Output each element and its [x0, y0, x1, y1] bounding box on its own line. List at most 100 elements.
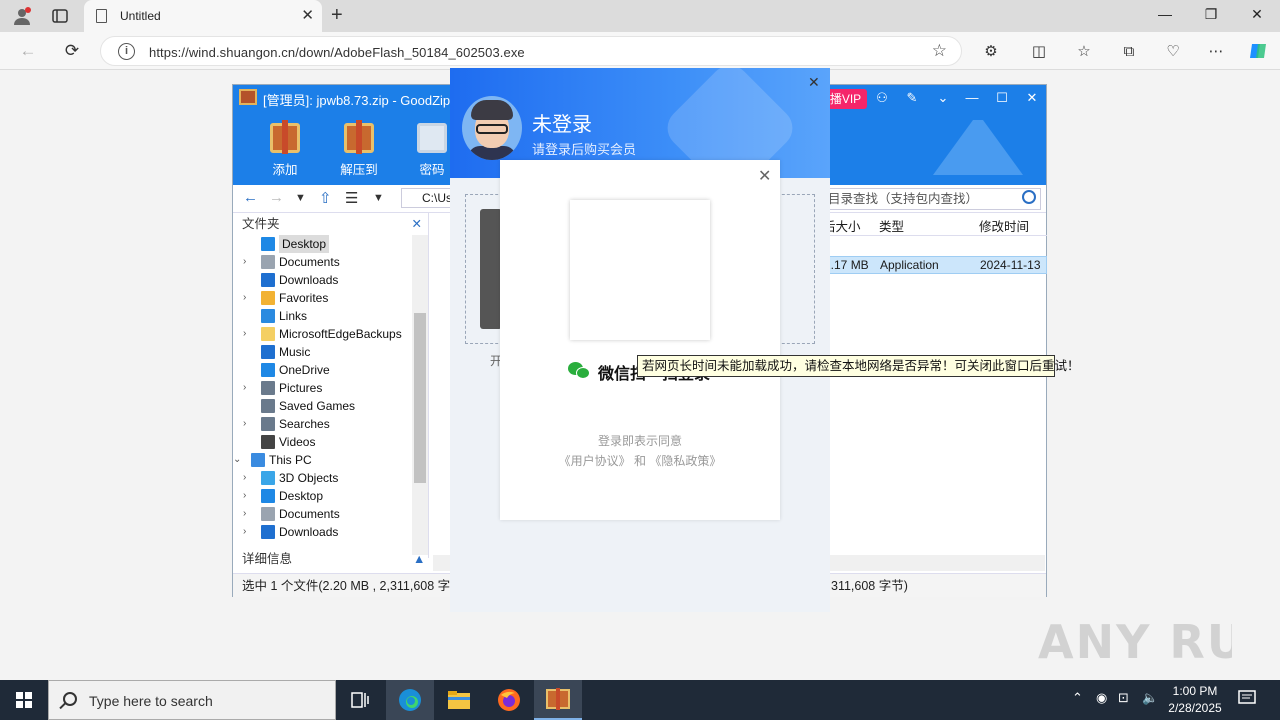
tree-item[interactable]: Saved Games: [233, 397, 413, 415]
back-icon[interactable]: ←: [17, 40, 39, 62]
clock[interactable]: 1:00 PM 2/28/2025: [1162, 683, 1228, 717]
meet-now-icon[interactable]: ◉: [1096, 690, 1107, 706]
more-options-icon[interactable]: ⋯: [1204, 40, 1228, 62]
close-tab-icon[interactable]: ✕: [301, 6, 314, 24]
goodzip-taskbar-icon[interactable]: [534, 680, 582, 720]
firefox-icon[interactable]: [485, 680, 533, 720]
tree-item[interactable]: Links: [233, 307, 413, 325]
up-folder-icon[interactable]: ⇧: [319, 189, 332, 207]
notifications-icon[interactable]: [1238, 690, 1256, 709]
tab-untitled[interactable]: Untitled ✕: [84, 0, 322, 32]
tree-item[interactable]: ⌄ This PC: [233, 451, 413, 469]
search-icon[interactable]: [1022, 190, 1036, 204]
col-type[interactable]: 类型: [879, 216, 904, 235]
star-icon: [261, 291, 275, 305]
task-view-icon[interactable]: [336, 680, 384, 720]
expand-chevron-icon[interactable]: ›: [243, 289, 246, 307]
edge-icon[interactable]: [386, 680, 434, 720]
vip-badge[interactable]: 播VIP: [824, 89, 867, 109]
extract-to-button[interactable]: 解压到: [334, 120, 384, 178]
file-row[interactable]: 2.17 MB Application 2024-11-13: [823, 256, 1047, 274]
collapse-icon[interactable]: ▲: [413, 548, 425, 570]
url-bar[interactable]: i https://wind.shuangon.cn/down/AdobeFla…: [100, 36, 962, 66]
url-text[interactable]: https://wind.shuangon.cn/down/AdobeFlash…: [149, 45, 525, 60]
col-modified[interactable]: 修改时间: [979, 216, 1029, 235]
document-icon: [261, 255, 275, 269]
view-dropdown-icon[interactable]: ▼: [373, 192, 384, 204]
history-dropdown-icon[interactable]: ▼: [295, 192, 306, 204]
expand-chevron-icon[interactable]: ›: [243, 505, 246, 523]
address-bar-row: ← ⟳ i https://wind.shuangon.cn/down/Adob…: [0, 32, 1280, 70]
tree-item[interactable]: › Pictures: [233, 379, 413, 397]
extensions-icon[interactable]: ⚙: [979, 40, 1003, 62]
tree-item[interactable]: › Favorites: [233, 289, 413, 307]
favorite-star-icon[interactable]: ☆: [932, 41, 947, 61]
tree-item[interactable]: › Documents: [233, 253, 413, 271]
taskbar: Type here to search ⌃ ◉ ⊡ 🔈 1:00 PM 2/28…: [0, 680, 1280, 720]
expand-chevron-icon[interactable]: ›: [243, 379, 246, 397]
menu-dropdown-icon[interactable]: ⌄: [930, 90, 956, 106]
close-login-icon[interactable]: ✕: [808, 74, 820, 91]
agreement-links[interactable]: 《用户协议》 和 《隐私政策》: [500, 452, 780, 469]
favorites-icon[interactable]: ☆: [1072, 40, 1096, 62]
scrollbar-thumb[interactable]: [414, 313, 426, 483]
sidebar-title: 文件夹: [242, 217, 280, 231]
tree-item[interactable]: Downloads: [233, 271, 413, 289]
copilot-icon[interactable]: [1246, 40, 1270, 62]
profile-icon[interactable]: [11, 5, 33, 27]
collections-icon[interactable]: ⧉: [1117, 40, 1141, 62]
restore-button[interactable]: ❐: [1196, 6, 1226, 23]
skin-icon[interactable]: ✎: [899, 90, 925, 106]
sidebar-scrollbar[interactable]: [412, 235, 428, 555]
tree-item[interactable]: OneDrive: [233, 361, 413, 379]
tab-actions-icon[interactable]: [49, 5, 71, 27]
start-button[interactable]: [0, 680, 48, 720]
tree-item-label: Documents: [279, 255, 340, 269]
gz-maximize-button[interactable]: ☐: [989, 90, 1015, 106]
add-button[interactable]: 添加: [260, 120, 310, 178]
expand-chevron-icon[interactable]: ›: [243, 469, 246, 487]
details-panel-header[interactable]: 详细信息 ▲: [233, 548, 429, 570]
archive-search-input[interactable]: 目录查找（支持包内查找）: [823, 188, 1041, 210]
expand-chevron-icon[interactable]: ›: [243, 415, 246, 433]
link-icon: [261, 309, 275, 323]
gz-minimize-button[interactable]: —: [959, 90, 985, 105]
tree-item[interactable]: › Documents: [233, 505, 413, 523]
tree-item[interactable]: › Desktop: [233, 487, 413, 505]
gz-back-icon[interactable]: ←: [243, 189, 258, 206]
tree-item[interactable]: › MicrosoftEdgeBackups: [233, 325, 413, 343]
close-window-button[interactable]: ✕: [1242, 6, 1272, 23]
gz-forward-icon[interactable]: →: [269, 189, 284, 206]
video-icon: [261, 435, 275, 449]
refresh-icon[interactable]: ⟳: [61, 40, 83, 62]
collapse-chevron-icon[interactable]: ⌄: [233, 451, 241, 469]
browser-essentials-icon[interactable]: ♡: [1161, 40, 1185, 62]
volume-icon[interactable]: 🔈: [1142, 690, 1158, 706]
new-tab-button[interactable]: +: [331, 4, 343, 27]
network-icon[interactable]: ⊡: [1118, 690, 1129, 706]
expand-chevron-icon[interactable]: ›: [243, 487, 246, 505]
view-list-icon[interactable]: ☰: [345, 189, 358, 207]
expand-chevron-icon[interactable]: ›: [243, 253, 246, 271]
file-explorer-icon[interactable]: [435, 680, 483, 720]
close-sidebar-icon[interactable]: ✕: [412, 213, 422, 235]
extract-icon: [344, 120, 374, 154]
expand-chevron-icon[interactable]: ›: [243, 523, 246, 541]
tree-item[interactable]: Music: [233, 343, 413, 361]
minimize-button[interactable]: —: [1150, 6, 1180, 22]
tree-item[interactable]: › Searches: [233, 415, 413, 433]
user-icon[interactable]: ⚇: [869, 90, 895, 106]
tree-item-label: 3D Objects: [279, 471, 339, 485]
expand-chevron-icon[interactable]: ›: [243, 325, 246, 343]
site-info-icon[interactable]: i: [118, 43, 135, 60]
tree-item-label: Downloads: [279, 273, 339, 287]
close-qr-icon[interactable]: ✕: [758, 166, 771, 186]
taskbar-search[interactable]: Type here to search: [48, 680, 336, 720]
tree-item[interactable]: › Downloads: [233, 523, 413, 541]
show-hidden-icons[interactable]: ⌃: [1072, 690, 1083, 706]
gz-close-button[interactable]: ✕: [1019, 90, 1045, 106]
tree-item[interactable]: Desktop: [233, 235, 413, 253]
split-screen-icon[interactable]: ◫: [1027, 40, 1051, 62]
tree-item[interactable]: › 3D Objects: [233, 469, 413, 487]
tree-item[interactable]: Videos: [233, 433, 413, 451]
